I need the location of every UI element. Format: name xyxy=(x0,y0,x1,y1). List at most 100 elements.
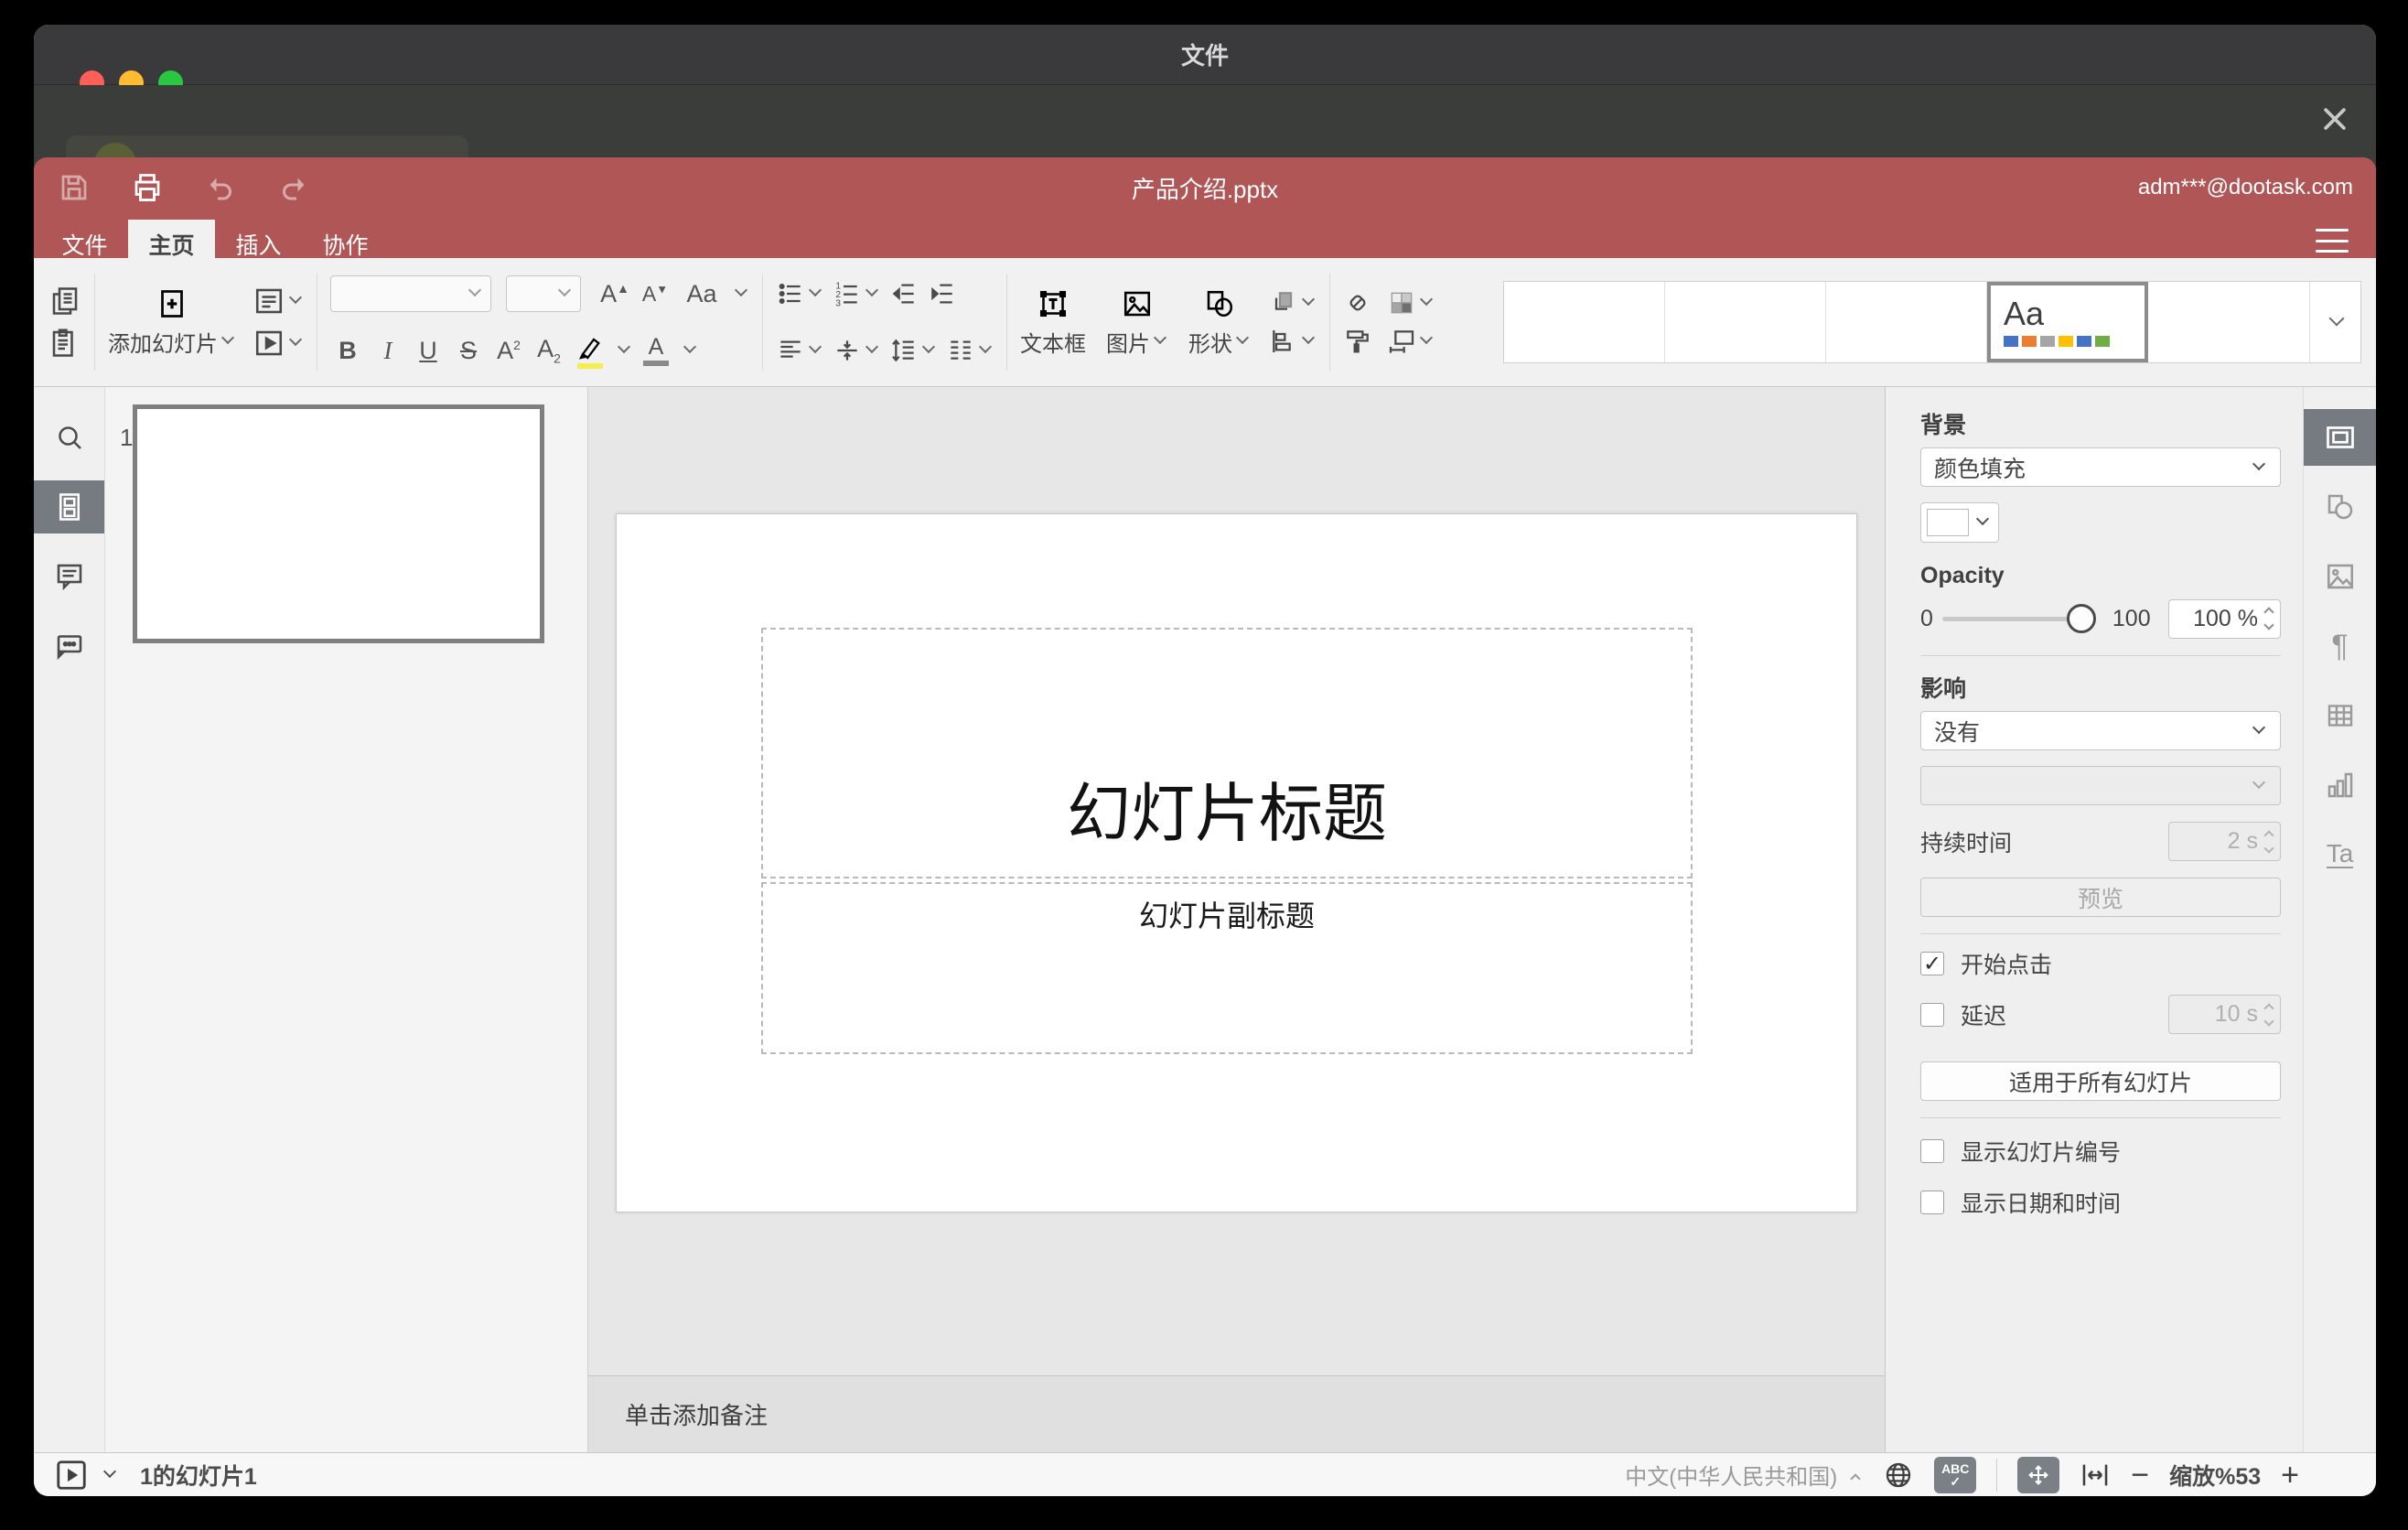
start-on-click-checkbox[interactable]: ✓ xyxy=(1920,952,1944,976)
zoom-level-label: 缩放%53 xyxy=(2169,1463,2262,1490)
numbering-icon[interactable]: 123 xyxy=(833,279,880,308)
font-name-select[interactable] xyxy=(330,275,491,312)
tab-insert[interactable]: 插入 xyxy=(215,220,302,269)
app-dark-band xyxy=(34,85,2376,168)
textbox-button[interactable]: 文本框 xyxy=(1020,287,1086,358)
theme-option-selected[interactable]: Aa xyxy=(1987,282,2148,362)
paste-icon[interactable] xyxy=(48,327,81,360)
copy-icon[interactable] xyxy=(48,285,81,318)
shape-button[interactable]: 形状 xyxy=(1188,287,1251,358)
delay-input[interactable]: 10 s xyxy=(2168,995,2281,1034)
fill-color-swatch-select[interactable] xyxy=(1920,502,1999,543)
change-case-icon[interactable]: Aa xyxy=(678,280,726,308)
effect-select[interactable]: 没有 xyxy=(1920,711,2281,750)
underline-button[interactable]: U xyxy=(411,337,446,365)
bold-button[interactable]: B xyxy=(330,337,365,365)
clear-style-icon[interactable] xyxy=(1343,288,1372,318)
subscript-button[interactable]: A2 xyxy=(532,335,566,365)
delay-row: 延迟 10 s xyxy=(1920,995,2281,1034)
tab-collaboration[interactable]: 协作 xyxy=(302,220,389,269)
notes-area[interactable]: 单击添加备注 xyxy=(588,1375,1885,1452)
italic-button[interactable]: I xyxy=(371,337,405,365)
increase-indent-icon[interactable] xyxy=(928,279,957,308)
add-slide-button[interactable]: 添加幻灯片 xyxy=(108,287,236,358)
slide-settings-icon[interactable] xyxy=(2304,409,2376,466)
slide-thumbnail[interactable] xyxy=(133,404,544,643)
undo-icon[interactable] xyxy=(202,169,239,206)
slide-canvas[interactable]: 幻灯片标题 幻灯片副标题 xyxy=(616,513,1857,1212)
table-settings-icon[interactable] xyxy=(2304,687,2376,744)
theme-option[interactable] xyxy=(2148,282,2309,362)
change-case-chevron-icon[interactable] xyxy=(734,283,748,297)
line-spacing-icon[interactable] xyxy=(889,336,937,365)
start-slideshow-icon[interactable] xyxy=(253,327,304,360)
hamburger-menu-icon[interactable] xyxy=(2316,229,2349,253)
close-icon[interactable] xyxy=(2319,103,2350,135)
redo-icon[interactable] xyxy=(275,169,312,206)
chat-icon[interactable] xyxy=(34,620,104,673)
opacity-input[interactable]: 100 % xyxy=(2168,598,2281,639)
document-language-icon[interactable] xyxy=(1883,1460,1914,1491)
color-scheme-icon[interactable] xyxy=(1387,288,1435,318)
image-button[interactable]: 图片 xyxy=(1106,287,1168,358)
effect-variant-select[interactable] xyxy=(1920,766,2281,805)
paragraph-settings-icon[interactable]: ¶ xyxy=(2304,618,2376,674)
copy-style-icon[interactable] xyxy=(1343,327,1372,356)
search-icon[interactable] xyxy=(34,411,104,464)
highlight-chevron-icon[interactable] xyxy=(617,339,631,354)
highlight-color-button[interactable] xyxy=(572,332,608,369)
decrease-indent-icon[interactable] xyxy=(889,279,919,308)
strikethrough-button[interactable]: S xyxy=(451,337,486,365)
font-color-chevron-icon[interactable] xyxy=(683,339,697,354)
show-date-time-checkbox[interactable] xyxy=(1920,1191,1944,1214)
start-slideshow-status-icon[interactable] xyxy=(54,1458,89,1492)
slideshow-options-chevron-icon[interactable] xyxy=(102,1464,117,1478)
delay-checkbox[interactable] xyxy=(1920,1002,1944,1027)
theme-option[interactable] xyxy=(1504,282,1665,362)
fill-type-select[interactable]: 颜色填充 xyxy=(1920,447,2281,487)
increase-font-icon[interactable]: A▲ xyxy=(597,280,632,308)
theme-sample-text: Aa xyxy=(2004,295,2045,332)
theme-option[interactable] xyxy=(1665,282,1826,362)
arrange-shape-icon[interactable] xyxy=(1269,288,1317,318)
tab-file[interactable]: 文件 xyxy=(41,220,128,269)
align-shape-icon[interactable] xyxy=(1269,327,1317,356)
font-size-select[interactable] xyxy=(506,275,581,312)
fit-to-width-icon[interactable] xyxy=(2080,1460,2111,1491)
fit-to-slide-icon[interactable] xyxy=(2017,1456,2060,1493)
columns-icon[interactable] xyxy=(946,336,994,365)
decrease-font-icon[interactable]: A▼ xyxy=(638,282,672,307)
save-icon[interactable] xyxy=(56,169,92,206)
opacity-slider-knob[interactable] xyxy=(2066,604,2096,633)
print-icon[interactable] xyxy=(129,169,166,206)
preview-button[interactable]: 预览 xyxy=(1920,878,2281,917)
apply-to-all-slides-button[interactable]: 适用于所有幻灯片 xyxy=(1920,1061,2281,1101)
subtitle-placeholder[interactable]: 幻灯片副标题 xyxy=(761,882,1693,1054)
horizontal-align-icon[interactable] xyxy=(776,336,823,365)
language-select[interactable]: 中文(中华人民共和国) xyxy=(1625,1459,1863,1491)
shape-label: 形状 xyxy=(1188,331,1232,357)
zoom-in-button[interactable]: + xyxy=(2281,1460,2299,1491)
shape-settings-icon[interactable] xyxy=(2304,479,2376,535)
slide-layout-icon[interactable] xyxy=(253,285,304,318)
theme-gallery-expand-icon[interactable] xyxy=(2309,282,2360,362)
theme-option[interactable] xyxy=(1826,282,1987,362)
spellcheck-icon[interactable]: ABC ✓ xyxy=(1934,1456,1977,1493)
comments-icon[interactable] xyxy=(34,550,104,603)
duration-input[interactable]: 2 s xyxy=(2168,822,2281,861)
title-placeholder[interactable]: 幻灯片标题 xyxy=(761,628,1693,878)
zoom-out-button[interactable]: − xyxy=(2131,1460,2149,1491)
chart-settings-icon[interactable] xyxy=(2304,757,2376,813)
image-settings-icon[interactable] xyxy=(2304,548,2376,605)
bullets-icon[interactable] xyxy=(776,279,823,308)
font-color-button[interactable]: A xyxy=(638,335,674,366)
account-email[interactable]: adm***@dootask.com xyxy=(2138,175,2353,200)
slides-panel-icon[interactable] xyxy=(34,480,104,533)
textart-settings-icon[interactable]: Ta xyxy=(2304,826,2376,883)
opacity-slider[interactable] xyxy=(1941,604,2096,633)
superscript-button[interactable]: A2 xyxy=(491,337,526,365)
slide-size-icon[interactable] xyxy=(1387,327,1435,356)
show-slide-number-checkbox[interactable] xyxy=(1920,1139,1944,1163)
vertical-align-icon[interactable] xyxy=(833,336,880,365)
tab-home[interactable]: 主页 xyxy=(128,220,215,269)
